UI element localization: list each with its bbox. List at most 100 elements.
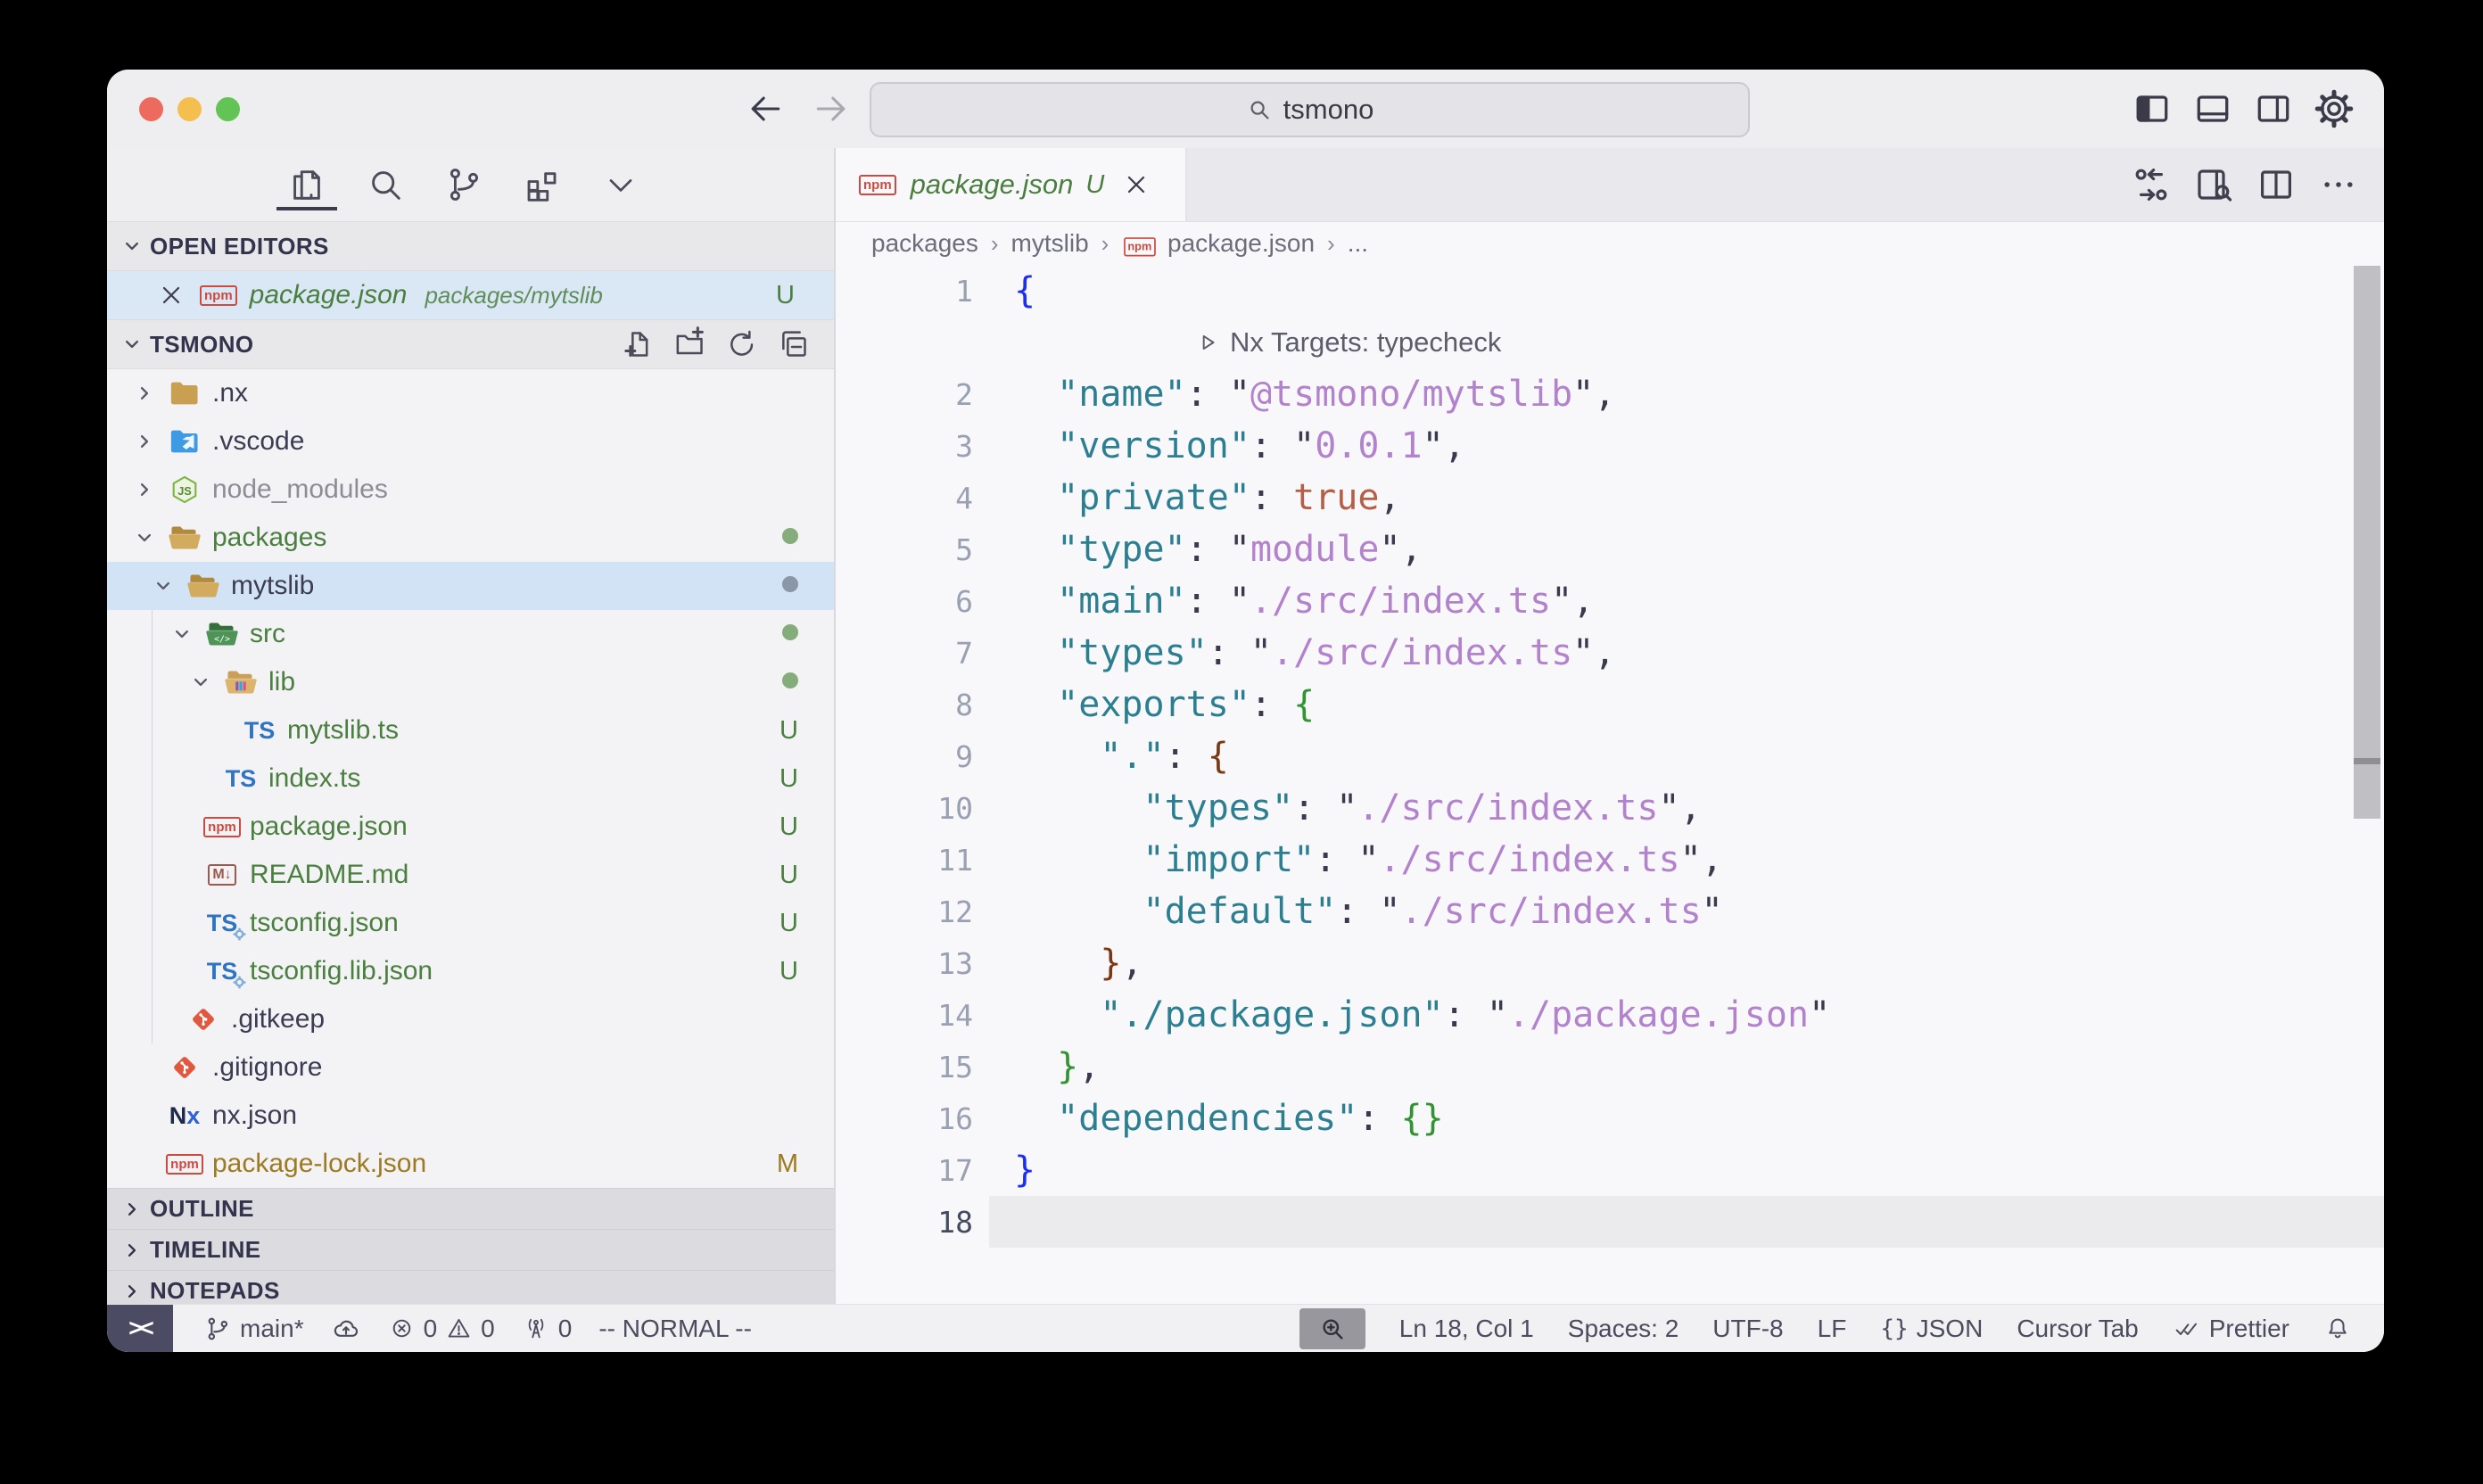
status-indentation-indicator[interactable]: Spaces: 2: [1568, 1315, 1679, 1343]
line-number[interactable]: 12: [836, 895, 973, 929]
zoom-window-button[interactable]: [216, 97, 240, 121]
open-editor-item[interactable]: npmpackage.jsonpackages/mytslibU: [107, 271, 834, 319]
tree-item--gitkeep[interactable]: .gitkeep: [107, 995, 834, 1043]
code-line-2[interactable]: 2 "name": "@tsmono/mytslib",: [836, 368, 2384, 420]
section-header-timeline[interactable]: TIMELINE: [107, 1229, 834, 1270]
code-line-3[interactable]: 3 "version": "0.0.1",: [836, 420, 2384, 472]
line-number[interactable]: 4: [836, 481, 973, 515]
minimize-window-button[interactable]: [177, 97, 202, 121]
tree-item-index-ts[interactable]: TSindex.tsU: [107, 754, 834, 803]
tab-package-json[interactable]: npmpackage.jsonU: [836, 148, 1187, 221]
breadcrumb-item[interactable]: ...: [1348, 229, 1368, 258]
status-git-branch-status[interactable]: main*: [203, 1315, 304, 1343]
status-publish-changes[interactable]: [331, 1314, 361, 1344]
code-line-14[interactable]: 14 "./package.json": "./package.json": [836, 989, 2384, 1041]
line-number[interactable]: 14: [836, 998, 973, 1033]
line-number[interactable]: 1: [836, 274, 973, 309]
command-center-search[interactable]: tsmono: [870, 82, 1750, 137]
code-line-8[interactable]: 8 "exports": {: [836, 679, 2384, 730]
open-changes-icon[interactable]: [2129, 162, 2174, 207]
line-number[interactable]: 11: [836, 843, 973, 878]
code-line-9[interactable]: 9 ".": {: [836, 730, 2384, 782]
code-line-5[interactable]: 5 "type": "module",: [836, 524, 2384, 575]
line-number[interactable]: 3: [836, 429, 973, 464]
code-line-6[interactable]: 6 "main": "./src/index.ts",: [836, 575, 2384, 627]
code-line-15[interactable]: 15 },: [836, 1041, 2384, 1092]
line-number[interactable]: 5: [836, 532, 973, 567]
tree-item-node-modules[interactable]: JSnode_modules: [107, 466, 834, 514]
forward-icon[interactable]: [808, 86, 854, 132]
close-tab-icon[interactable]: [1122, 170, 1151, 199]
toggle-panel-icon[interactable]: [2190, 86, 2236, 132]
settings-gear-icon[interactable]: [2311, 86, 2357, 132]
line-number[interactable]: 18: [836, 1205, 973, 1240]
tree-item-package-lock-json[interactable]: npmpackage-lock.jsonM: [107, 1140, 834, 1188]
line-number[interactable]: 10: [836, 791, 973, 826]
line-number[interactable]: 15: [836, 1050, 973, 1084]
new-folder-icon[interactable]: [672, 326, 709, 363]
tree-item-nx-json[interactable]: Nxnx.json: [107, 1092, 834, 1140]
tree-item-readme-md[interactable]: M↓README.mdU: [107, 851, 834, 899]
editor-scrollbar[interactable]: [2354, 266, 2380, 819]
code-line-1[interactable]: 1{: [836, 265, 2384, 317]
activity-item-source-control[interactable]: [441, 157, 487, 212]
code-line-7[interactable]: 7 "types": "./src/index.ts",: [836, 627, 2384, 679]
status-eol-indicator[interactable]: LF: [1818, 1315, 1847, 1343]
toggle-primary-sidebar-icon[interactable]: [2129, 86, 2175, 132]
back-icon[interactable]: [742, 86, 788, 132]
tree-item--vscode[interactable]: .vscode: [107, 417, 834, 466]
more-actions-icon[interactable]: [2316, 162, 2361, 207]
status-encoding-indicator[interactable]: UTF-8: [1712, 1315, 1783, 1343]
status-language-mode[interactable]: {}JSON: [1880, 1315, 1983, 1343]
activity-item-search[interactable]: [362, 157, 408, 212]
activity-item-more-views[interactable]: [598, 157, 644, 212]
code-line-16[interactable]: 16 "dependencies": {}: [836, 1092, 2384, 1144]
section-header-outline[interactable]: OUTLINE: [107, 1188, 834, 1229]
explorer-header[interactable]: TSMONO: [107, 319, 834, 369]
line-number[interactable]: 13: [836, 946, 973, 981]
breadcrumb-item[interactable]: mytslib: [1011, 229, 1089, 258]
status-vim-mode-indicator[interactable]: -- NORMAL --: [598, 1315, 752, 1343]
refresh-icon[interactable]: [723, 326, 761, 363]
line-number[interactable]: 8: [836, 688, 973, 722]
activity-item-explorer[interactable]: [284, 157, 330, 212]
status-formatter-indicator[interactable]: Prettier: [2173, 1315, 2289, 1343]
code-line-17[interactable]: 17}: [836, 1144, 2384, 1196]
status-problems-indicator[interactable]: 00: [388, 1315, 495, 1343]
toggle-secondary-sidebar-icon[interactable]: [2250, 86, 2297, 132]
code-line-11[interactable]: 11 "import": "./src/index.ts",: [836, 834, 2384, 886]
tree-item-src[interactable]: </>src: [107, 610, 834, 658]
tree-item--gitignore[interactable]: .gitignore: [107, 1043, 834, 1092]
code-editor[interactable]: 1{ Nx Targets: typecheck 2 "name": "@tsmon…: [836, 265, 2384, 1305]
open-editors-header[interactable]: OPEN EDITORS: [107, 221, 834, 271]
status-notifications-bell[interactable]: [2323, 1315, 2352, 1343]
status-zoom-indicator[interactable]: [1299, 1308, 1365, 1349]
tree-item-packages[interactable]: packages: [107, 514, 834, 562]
code-line-18[interactable]: 18: [836, 1196, 2384, 1248]
status-remote-indicator[interactable]: ><: [107, 1305, 173, 1352]
codelens-nx-targets[interactable]: Nx Targets: typecheck: [1196, 326, 1501, 359]
status-cursor-tab-indicator[interactable]: Cursor Tab: [2017, 1315, 2138, 1343]
line-number[interactable]: 2: [836, 377, 973, 412]
status-ports-indicator[interactable]: 0: [522, 1315, 573, 1343]
close-window-button[interactable]: [139, 97, 163, 121]
line-number[interactable]: 16: [836, 1101, 973, 1136]
tree-item-tsconfig-lib-json[interactable]: TStsconfig.lib.jsonU: [107, 947, 834, 995]
tree-item-package-json[interactable]: npmpackage.jsonU: [107, 803, 834, 851]
activity-item-extensions[interactable]: [519, 157, 565, 212]
split-editor-icon[interactable]: [2254, 162, 2298, 207]
open-preview-icon[interactable]: [2191, 162, 2236, 207]
line-number[interactable]: 6: [836, 584, 973, 619]
tree-item-mytslib-ts[interactable]: TSmytslib.tsU: [107, 706, 834, 754]
collapse-all-icon[interactable]: [775, 326, 813, 363]
code-line-4[interactable]: 4 "private": true,: [836, 472, 2384, 524]
tree-item-lib[interactable]: lib: [107, 658, 834, 706]
new-file-icon[interactable]: [620, 326, 657, 363]
code-line-13[interactable]: 13 },: [836, 937, 2384, 989]
line-number[interactable]: 7: [836, 636, 973, 671]
close-editor-icon[interactable]: [157, 281, 186, 309]
breadcrumb-item[interactable]: packages: [871, 229, 978, 258]
tree-item--nx[interactable]: .nx: [107, 369, 834, 417]
line-number[interactable]: 9: [836, 739, 973, 774]
line-number[interactable]: 17: [836, 1153, 973, 1188]
